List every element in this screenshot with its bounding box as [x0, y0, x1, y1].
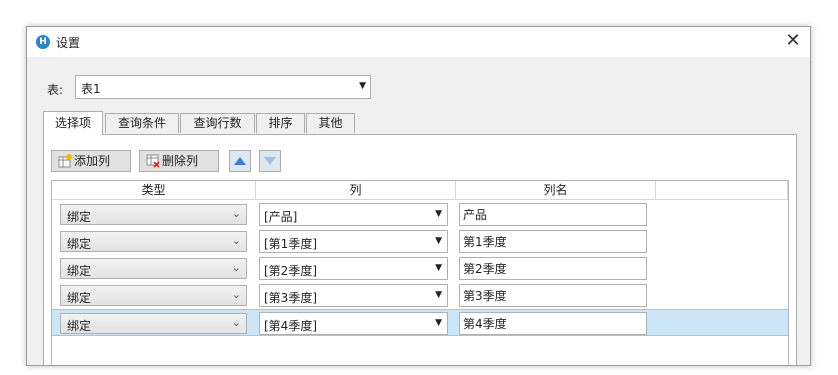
- delete-column-button[interactable]: 删除列: [139, 150, 219, 172]
- chevron-down-icon: ⌄: [231, 207, 241, 220]
- type-value: 绑定: [67, 264, 92, 278]
- type-select[interactable]: 绑定 ⌄: [60, 285, 247, 306]
- chevron-down-icon: ⌄: [231, 261, 241, 274]
- column-name-field[interactable]: [459, 203, 647, 226]
- column-name-input[interactable]: [460, 231, 646, 252]
- table-select-value: 表1: [81, 82, 101, 96]
- column-name-input[interactable]: [460, 204, 646, 225]
- column-name-field[interactable]: [459, 230, 647, 253]
- selection-panel: 添加列 删除列 类型 列 列名 绑定 ⌄ [产品] ▼ 产品 绑定 ⌄ [第1季…: [43, 134, 797, 365]
- column-name-input[interactable]: [460, 258, 646, 279]
- column-select[interactable]: [第1季度] ▼: [259, 230, 448, 253]
- triangle-up-icon: [234, 157, 246, 165]
- chevron-down-icon: ⌄: [231, 234, 241, 247]
- table-row-selected[interactable]: 绑定 ⌄ [第4季度] ▼: [52, 309, 788, 336]
- column-value: [第2季度]: [264, 264, 317, 278]
- delete-column-label: 删除列: [162, 154, 199, 168]
- header-column-name: 列名: [456, 181, 656, 200]
- column-value: [第3季度]: [264, 291, 317, 305]
- type-select[interactable]: 绑定 ⌄: [60, 204, 247, 225]
- column-value: [第1季度]: [264, 237, 317, 251]
- dropdown-arrow-icon: ▼: [435, 209, 442, 219]
- type-select[interactable]: 绑定 ⌄: [60, 258, 247, 279]
- tab-sort[interactable]: 排序: [256, 113, 305, 133]
- type-value: 绑定: [67, 237, 92, 251]
- tab-selection[interactable]: 选择项: [43, 111, 103, 135]
- tab-query-conditions[interactable]: 查询条件: [105, 113, 179, 133]
- move-up-button[interactable]: [229, 150, 251, 172]
- column-value: [产品]: [264, 210, 298, 224]
- add-column-icon: [58, 154, 72, 168]
- table-row[interactable]: 绑定 ⌄ [产品] ▼: [52, 201, 788, 228]
- table-row[interactable]: 绑定 ⌄ [第1季度] ▼: [52, 228, 788, 255]
- tab-other[interactable]: 其他: [306, 113, 355, 133]
- type-value: 绑定: [67, 210, 92, 224]
- app-logo-icon: H: [36, 35, 50, 49]
- table-row[interactable]: 绑定 ⌄ [第2季度] ▼: [52, 255, 788, 282]
- dropdown-arrow-icon: ▼: [435, 318, 442, 328]
- columns-grid: 类型 列 列名 绑定 ⌄ [产品] ▼ 绑定 ⌄ [第1季度] ▼ 绑定 ⌄ [第2季度]…: [51, 180, 789, 365]
- table-row[interactable]: 绑定 ⌄ [第3季度] ▼: [52, 282, 788, 309]
- column-select[interactable]: [第3季度] ▼: [259, 284, 448, 307]
- tab-query-rows[interactable]: 查询行数: [180, 113, 255, 133]
- column-name-input[interactable]: [460, 285, 646, 306]
- column-name-input[interactable]: [460, 313, 646, 334]
- type-select[interactable]: 绑定 ⌄: [60, 313, 247, 334]
- column-name-field[interactable]: [459, 257, 647, 280]
- chevron-down-icon: ⌄: [231, 316, 241, 329]
- close-button[interactable]: ✕: [782, 30, 804, 52]
- column-name-field[interactable]: [459, 312, 647, 335]
- header-column: 列: [256, 181, 456, 200]
- header-spacer: [656, 181, 788, 200]
- dropdown-arrow-icon: ▼: [435, 263, 442, 273]
- add-column-button[interactable]: 添加列: [51, 150, 131, 172]
- move-down-button[interactable]: [259, 150, 281, 172]
- type-value: 绑定: [67, 319, 92, 333]
- column-select[interactable]: [产品] ▼: [259, 203, 448, 226]
- column-select[interactable]: [第2季度] ▼: [259, 257, 448, 280]
- type-select[interactable]: 绑定 ⌄: [60, 231, 247, 252]
- dropdown-arrow-icon: ▼: [435, 290, 442, 300]
- chevron-down-icon: ⌄: [231, 288, 241, 301]
- type-value: 绑定: [67, 291, 92, 305]
- delete-column-icon: [146, 154, 160, 168]
- column-name-field[interactable]: [459, 284, 647, 307]
- add-column-label: 添加列: [74, 154, 111, 168]
- column-select[interactable]: [第4季度] ▼: [259, 312, 448, 335]
- dropdown-arrow-icon: ▼: [435, 236, 442, 246]
- header-type: 类型: [52, 181, 256, 200]
- dropdown-arrow-icon: ▼: [359, 81, 366, 91]
- table-select[interactable]: 表1 ▼: [75, 75, 371, 99]
- triangle-down-icon: [264, 157, 276, 165]
- dialog-title: 设置: [56, 36, 81, 50]
- column-value: [第4季度]: [264, 319, 317, 333]
- settings-dialog: H 设置 ✕ 表: 表1 ▼ 选择项 查询条件 查询行数 排序 其他 添加列 删…: [26, 26, 811, 366]
- table-label: 表:: [47, 83, 64, 97]
- title-bar: H 设置 ✕: [27, 27, 810, 57]
